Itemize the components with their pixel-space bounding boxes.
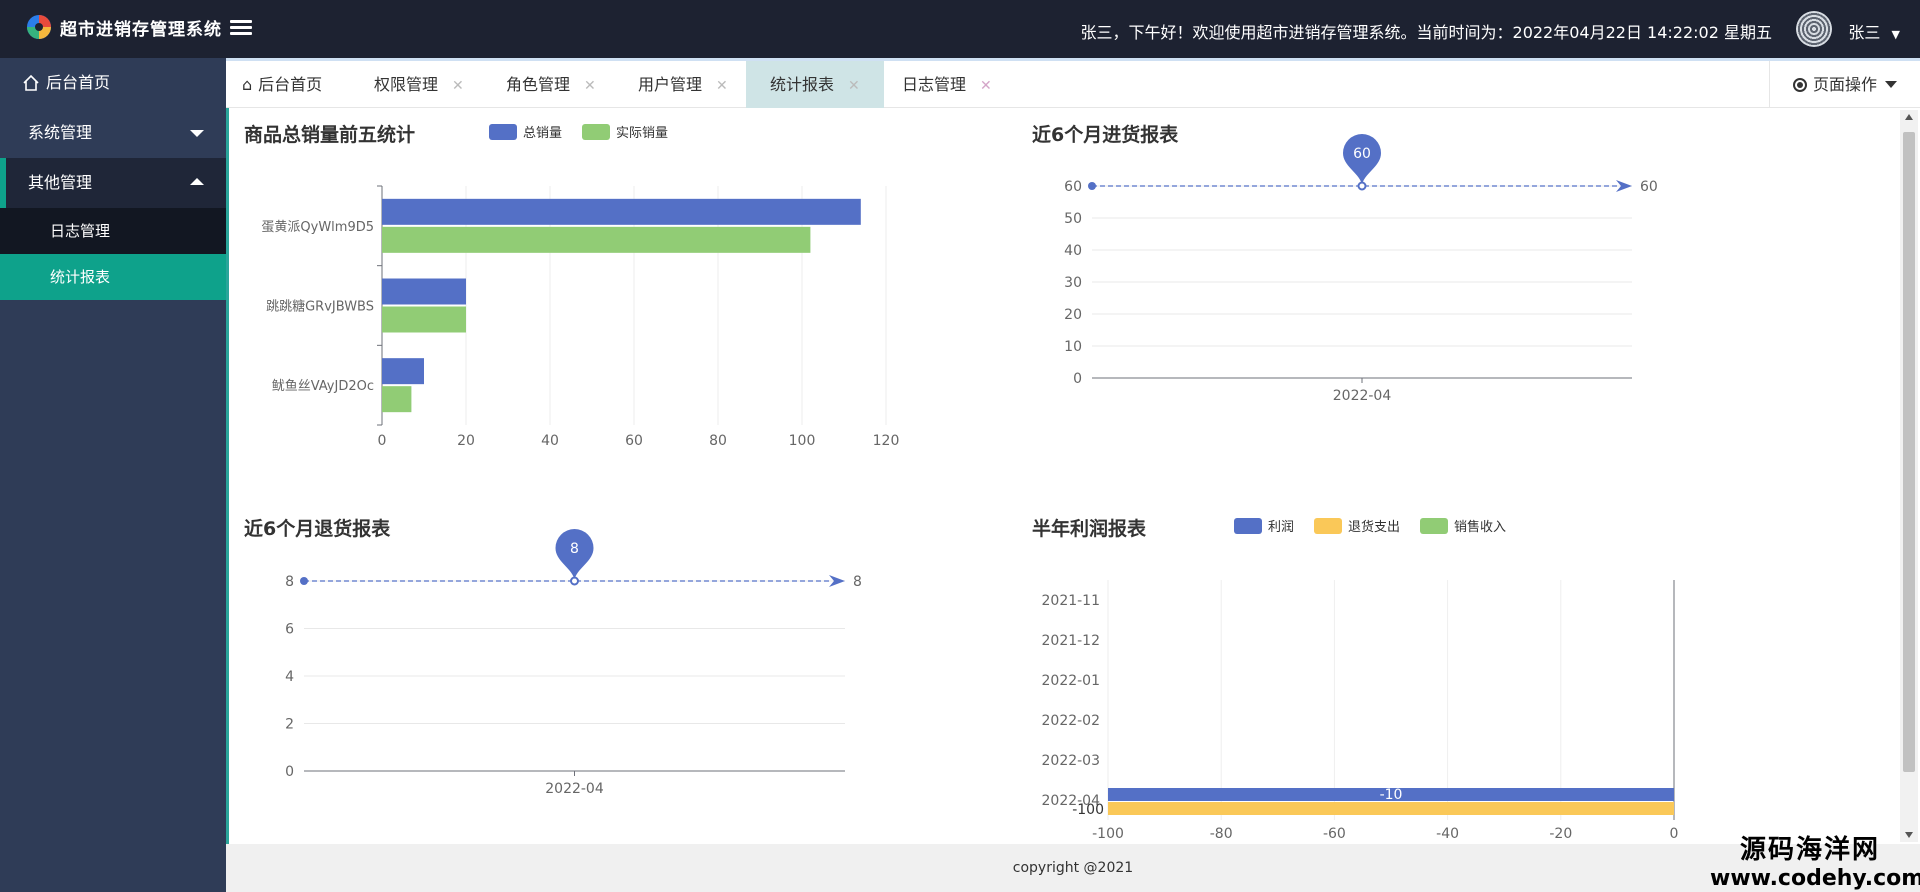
caret-up-icon [190, 178, 204, 185]
close-icon[interactable]: ✕ [980, 78, 992, 94]
sidebar-item-label: 后台首页 [46, 73, 111, 92]
tab-reports[interactable]: 统计报表 ✕ [746, 61, 884, 108]
watermark: 源码海洋网 www.codehy.com [1710, 834, 1920, 892]
chevron-down-icon [1885, 81, 1897, 88]
sidebar-group-label: 系统管理 [28, 123, 93, 142]
target-icon [1792, 78, 1807, 92]
close-icon[interactable]: ✕ [452, 78, 464, 94]
tab-home[interactable]: ⌂ 后台首页 [242, 61, 322, 108]
close-icon[interactable]: ✕ [584, 78, 596, 94]
vertical-scrollbar[interactable] [1900, 110, 1918, 842]
menu-toggle-icon[interactable] [230, 17, 252, 39]
user-name: 张三 [1848, 23, 1881, 42]
user-menu[interactable]: 张三 ▼ [1848, 19, 1900, 43]
sidebar-group-system[interactable]: 系统管理 [0, 108, 226, 158]
welcome-text: 张三，下午好！欢迎使用超市进销存管理系统。当前时间为：2022年04月22日 1… [1080, 23, 1772, 42]
tab-label: 统计报表 [770, 75, 835, 94]
content-area [226, 108, 1920, 844]
tab-label: 角色管理 [506, 75, 571, 94]
scrollbar-thumb[interactable] [1903, 132, 1915, 772]
sidebar-group-other[interactable]: 其他管理 [0, 158, 226, 208]
tab-label: 用户管理 [638, 75, 703, 94]
app-logo[interactable]: 超市进销存管理系统 [26, 14, 222, 40]
page-ops-button[interactable]: 页面操作 [1769, 61, 1920, 108]
tab-label: 权限管理 [374, 75, 439, 94]
tab-label: 日志管理 [902, 75, 967, 94]
tab-bar: ⌂ 后台首页 权限管理 ✕ 角色管理 ✕ 用户管理 ✕ 统计报表 ✕ 日志管理 ✕ 页面操作 [226, 58, 1920, 108]
chevron-down-icon: ▼ [1891, 28, 1900, 41]
top-bar: 超市进销存管理系统 张三，下午好！欢迎使用超市进销存管理系统。当前时间为：202… [0, 0, 1920, 58]
tab-roles[interactable]: 角色管理 ✕ [506, 61, 596, 108]
sidebar-item-logs[interactable]: 日志管理 [0, 208, 226, 254]
close-icon[interactable]: ✕ [848, 78, 860, 94]
home-icon: ⌂ [242, 75, 253, 94]
app-title: 超市进销存管理系统 [60, 19, 222, 40]
tab-logs[interactable]: 日志管理 ✕ [902, 61, 992, 108]
avatar[interactable] [1796, 11, 1832, 47]
close-icon[interactable]: ✕ [716, 78, 728, 94]
logo-icon [27, 15, 51, 39]
caret-down-icon [190, 130, 204, 137]
sidebar: 后台首页 系统管理 其他管理 日志管理 统计报表 [0, 58, 226, 892]
sidebar-group-label: 其他管理 [28, 173, 93, 192]
watermark-line1: 源码海洋网 [1739, 835, 1880, 865]
sidebar-item-home[interactable]: 后台首页 [0, 58, 226, 108]
footer: copyright @2021 [226, 844, 1920, 892]
tab-label: 后台首页 [258, 75, 323, 94]
sidebar-item-reports[interactable]: 统计报表 [0, 254, 226, 300]
home-icon [23, 74, 39, 91]
watermark-line2: www.codehy.com [1710, 866, 1920, 891]
page-ops-label: 页面操作 [1812, 75, 1877, 94]
tab-users[interactable]: 用户管理 ✕ [638, 61, 728, 108]
tab-permissions[interactable]: 权限管理 ✕ [374, 61, 464, 108]
scroll-up-icon[interactable] [1905, 114, 1913, 120]
